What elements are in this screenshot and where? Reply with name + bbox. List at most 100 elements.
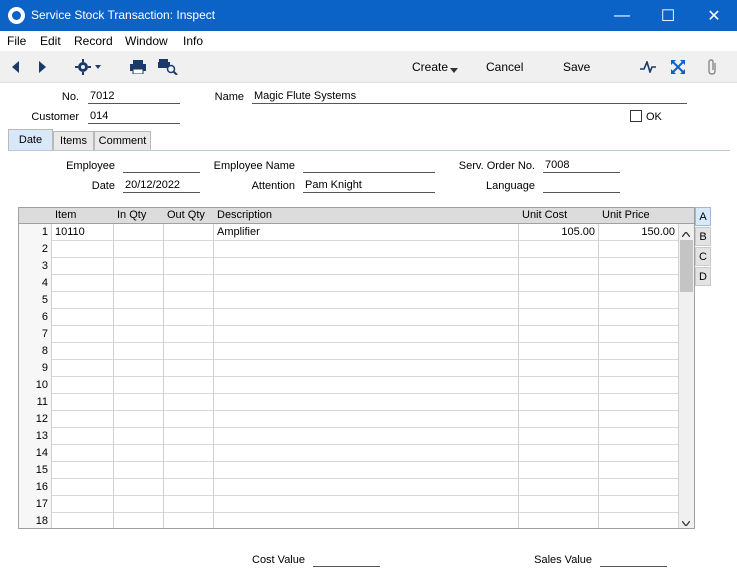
cell-unit-cost[interactable] (519, 445, 599, 462)
cell-item[interactable] (52, 411, 114, 428)
save-button[interactable]: Save (563, 60, 590, 74)
cell-in-qty[interactable] (114, 360, 164, 377)
cell-in-qty[interactable] (114, 428, 164, 445)
table-row[interactable]: 5 (19, 292, 679, 309)
cell-item[interactable]: 10110 (52, 224, 114, 241)
tab-date[interactable]: Date (8, 129, 53, 151)
next-record-icon[interactable] (32, 57, 52, 77)
cell-out-qty[interactable] (164, 479, 214, 496)
cell-unit-price[interactable] (599, 411, 679, 428)
cell-item[interactable] (52, 394, 114, 411)
cell-description[interactable] (214, 275, 519, 292)
cell-item[interactable] (52, 479, 114, 496)
cell-unit-cost[interactable] (519, 377, 599, 394)
date-field[interactable]: 20/12/2022 (123, 179, 200, 193)
table-row[interactable]: 16 (19, 479, 679, 496)
cell-in-qty[interactable] (114, 326, 164, 343)
cell-item[interactable] (52, 513, 114, 528)
cell-out-qty[interactable] (164, 258, 214, 275)
cell-description[interactable] (214, 241, 519, 258)
cell-item[interactable] (52, 258, 114, 275)
cell-description[interactable]: Amplifier (214, 224, 519, 241)
cell-description[interactable] (214, 479, 519, 496)
cell-out-qty[interactable] (164, 428, 214, 445)
gear-menu-icon[interactable] (74, 57, 104, 77)
cell-unit-cost[interactable] (519, 292, 599, 309)
cell-unit-price[interactable] (599, 513, 679, 528)
cell-description[interactable] (214, 292, 519, 309)
create-dropdown-icon[interactable] (450, 64, 458, 73)
side-tab-b[interactable]: B (695, 227, 711, 246)
attention-field[interactable]: Pam Knight (303, 179, 435, 193)
menu-file[interactable]: File (7, 34, 26, 48)
cell-unit-price[interactable] (599, 275, 679, 292)
cell-description[interactable] (214, 445, 519, 462)
cell-unit-price[interactable] (599, 428, 679, 445)
cell-unit-cost[interactable] (519, 241, 599, 258)
cell-in-qty[interactable] (114, 445, 164, 462)
table-row[interactable]: 3 (19, 258, 679, 275)
cell-description[interactable] (214, 462, 519, 479)
cell-out-qty[interactable] (164, 394, 214, 411)
cell-unit-cost[interactable] (519, 343, 599, 360)
cell-unit-price[interactable] (599, 462, 679, 479)
cell-out-qty[interactable] (164, 275, 214, 292)
cost-value-field[interactable] (313, 553, 380, 567)
table-row[interactable]: 9 (19, 360, 679, 377)
table-row[interactable]: 15 (19, 462, 679, 479)
grid-scrollbar[interactable] (679, 224, 694, 528)
language-field[interactable] (543, 179, 620, 193)
cell-item[interactable] (52, 343, 114, 360)
cell-out-qty[interactable] (164, 496, 214, 513)
expand-icon[interactable] (668, 57, 688, 77)
cell-item[interactable] (52, 292, 114, 309)
cell-unit-price[interactable] (599, 343, 679, 360)
table-row[interactable]: 10 (19, 377, 679, 394)
sales-value-field[interactable] (600, 553, 667, 567)
cell-unit-cost[interactable] (519, 258, 599, 275)
cell-in-qty[interactable] (114, 224, 164, 241)
table-row[interactable]: 6 (19, 309, 679, 326)
cell-out-qty[interactable] (164, 224, 214, 241)
cell-out-qty[interactable] (164, 343, 214, 360)
cell-in-qty[interactable] (114, 343, 164, 360)
cell-description[interactable] (214, 309, 519, 326)
cell-in-qty[interactable] (114, 377, 164, 394)
cell-unit-price[interactable] (599, 292, 679, 309)
cell-unit-price[interactable] (599, 479, 679, 496)
table-row[interactable]: 7 (19, 326, 679, 343)
scroll-down-icon[interactable] (681, 517, 691, 528)
cell-out-qty[interactable] (164, 445, 214, 462)
serv-order-field[interactable]: 7008 (543, 159, 620, 173)
cell-unit-cost[interactable] (519, 513, 599, 528)
cell-out-qty[interactable] (164, 411, 214, 428)
tab-items[interactable]: Items (53, 131, 94, 151)
activity-icon[interactable] (638, 57, 658, 77)
cell-description[interactable] (214, 394, 519, 411)
scroll-thumb[interactable] (680, 240, 693, 292)
cell-item[interactable] (52, 462, 114, 479)
cell-in-qty[interactable] (114, 496, 164, 513)
attachment-icon[interactable] (702, 57, 722, 77)
cell-in-qty[interactable] (114, 292, 164, 309)
cell-item[interactable] (52, 275, 114, 292)
cell-in-qty[interactable] (114, 309, 164, 326)
cell-item[interactable] (52, 309, 114, 326)
cell-in-qty[interactable] (114, 258, 164, 275)
table-row[interactable]: 4 (19, 275, 679, 292)
cell-description[interactable] (214, 496, 519, 513)
cell-unit-price[interactable] (599, 394, 679, 411)
cell-item[interactable] (52, 496, 114, 513)
cell-unit-price[interactable] (599, 360, 679, 377)
cell-in-qty[interactable] (114, 513, 164, 528)
side-tab-a[interactable]: A (695, 207, 711, 226)
scroll-up-icon[interactable] (681, 228, 691, 240)
menu-info[interactable]: Info (183, 34, 203, 48)
cell-description[interactable] (214, 326, 519, 343)
table-row[interactable]: 13 (19, 428, 679, 445)
cell-item[interactable] (52, 445, 114, 462)
cell-unit-cost[interactable] (519, 428, 599, 445)
side-tab-d[interactable]: D (695, 267, 711, 286)
cell-item[interactable] (52, 428, 114, 445)
cell-unit-cost[interactable] (519, 479, 599, 496)
